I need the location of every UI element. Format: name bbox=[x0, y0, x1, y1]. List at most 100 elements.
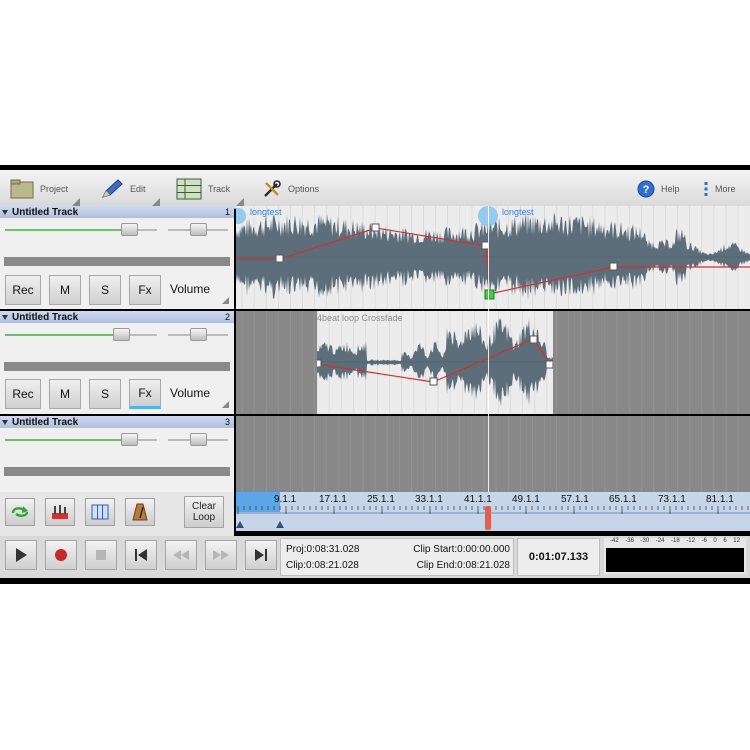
track-buttons: Rec M S Fx Volume bbox=[0, 379, 234, 409]
snap-grid-button[interactable] bbox=[85, 498, 115, 526]
track-header[interactable]: Untitled Track 2 bbox=[0, 311, 234, 323]
pan-slider-knob[interactable] bbox=[190, 223, 207, 236]
rewind-icon bbox=[173, 550, 189, 560]
fast-forward-button[interactable] bbox=[205, 540, 237, 570]
clip-name: longtest bbox=[250, 207, 282, 217]
help-icon: ? bbox=[637, 180, 655, 198]
track-number: 1 bbox=[224, 207, 230, 217]
clip-handle[interactable] bbox=[236, 208, 246, 224]
skip-start-icon bbox=[135, 549, 147, 561]
timeline-ruler[interactable]: 9.1.1 17.1.1 25.1.1 33.1.1 41.1.1 49.1.1… bbox=[236, 492, 750, 531]
envelope-point[interactable] bbox=[317, 359, 322, 368]
envelope-point[interactable] bbox=[529, 335, 538, 344]
track-buttons: Rec M S Fx Volume bbox=[0, 275, 234, 305]
edit-label: Edit bbox=[130, 184, 146, 194]
clip-info-panel: Proj:0:08:31.028 Clip:0:08:21.028 Clip S… bbox=[280, 538, 514, 576]
fast-forward-icon bbox=[213, 550, 229, 560]
fx-button[interactable]: Fx bbox=[129, 275, 161, 305]
clear-loop-line2: Loop bbox=[192, 512, 216, 523]
meter-display bbox=[606, 548, 744, 572]
folder-icon bbox=[10, 179, 34, 199]
track-menu[interactable]: Track bbox=[176, 170, 245, 208]
metronome-button[interactable] bbox=[45, 498, 75, 526]
rec-button[interactable]: Rec bbox=[5, 275, 41, 305]
pan-slider-knob[interactable] bbox=[190, 433, 207, 446]
track-lane-1[interactable]: longtest longtest bbox=[236, 206, 750, 309]
mute-button[interactable]: M bbox=[49, 275, 81, 305]
track-number: 2 bbox=[224, 312, 230, 322]
collapse-icon[interactable] bbox=[2, 419, 8, 425]
playhead-handle[interactable] bbox=[485, 506, 491, 530]
volume-slider-knob[interactable] bbox=[121, 433, 138, 446]
envelope-param-select[interactable]: Volume bbox=[170, 282, 210, 296]
edit-menu[interactable]: Edit bbox=[100, 170, 160, 208]
clear-loop-line1: Clear bbox=[192, 501, 216, 512]
play-icon bbox=[16, 548, 27, 562]
project-length: Proj:0:08:31.028 bbox=[286, 544, 360, 555]
track-lane-3[interactable] bbox=[236, 416, 750, 492]
stop-icon bbox=[96, 550, 106, 560]
clip-name: 4beat loop Crossfade bbox=[317, 313, 403, 323]
play-button[interactable] bbox=[5, 540, 37, 570]
envelope-point[interactable] bbox=[609, 262, 618, 271]
project-menu[interactable]: Project bbox=[10, 170, 81, 208]
volume-slider-knob[interactable] bbox=[113, 328, 130, 341]
skip-to-start-button[interactable] bbox=[125, 540, 157, 570]
track-panel-1: Untitled Track 1 Rec M S Fx Volume bbox=[0, 206, 234, 309]
waveform-clip-1[interactable] bbox=[236, 206, 750, 309]
track-header[interactable]: Untitled Track 1 bbox=[0, 206, 234, 218]
volume-slider-knob[interactable] bbox=[121, 223, 138, 236]
level-bar bbox=[4, 467, 230, 476]
svg-text:?: ? bbox=[643, 184, 650, 196]
waveform-clip-2[interactable] bbox=[317, 311, 553, 414]
solo-button[interactable]: S bbox=[89, 379, 121, 409]
collapse-icon[interactable] bbox=[2, 314, 8, 320]
help-button[interactable]: ? Help bbox=[637, 170, 680, 208]
track-label: Track bbox=[208, 184, 231, 194]
track-sliders bbox=[0, 428, 234, 452]
track-lane-2[interactable]: 4beat loop Crossfade bbox=[236, 311, 750, 414]
track-name: Untitled Track bbox=[12, 206, 79, 218]
more-button[interactable]: More bbox=[703, 170, 736, 208]
track-name: Untitled Track bbox=[12, 416, 79, 428]
mixpad-app: Project Edit Track Options ? Help More U… bbox=[0, 165, 750, 584]
envelope-point[interactable] bbox=[429, 377, 438, 386]
main-toolbar: Project Edit Track Options ? Help More bbox=[0, 170, 750, 209]
pan-slider-knob[interactable] bbox=[190, 328, 207, 341]
skip-end-icon bbox=[255, 549, 267, 561]
envelope-point-selected[interactable] bbox=[484, 289, 495, 300]
track-name: Untitled Track bbox=[12, 311, 79, 323]
options-menu[interactable]: Options bbox=[262, 170, 319, 208]
tool-row: Clear Loop bbox=[0, 492, 234, 536]
envelope-param-select[interactable]: Volume bbox=[170, 386, 210, 400]
help-label: Help bbox=[661, 184, 680, 194]
clip-name: longtest bbox=[502, 207, 534, 217]
loop-end-marker[interactable] bbox=[276, 521, 284, 528]
track-panel-2: Untitled Track 2 Rec M S Fx Volume bbox=[0, 311, 234, 414]
metronome-toggle-button[interactable] bbox=[125, 498, 155, 526]
envelope-point[interactable] bbox=[545, 360, 553, 369]
fx-button[interactable]: Fx bbox=[129, 379, 161, 409]
clear-loop-button[interactable]: Clear Loop bbox=[184, 496, 224, 528]
playhead-line bbox=[488, 206, 489, 492]
envelope-point[interactable] bbox=[275, 254, 284, 263]
mute-button[interactable]: M bbox=[49, 379, 81, 409]
record-button[interactable] bbox=[45, 540, 77, 570]
pencil-icon bbox=[102, 179, 123, 198]
track-header[interactable]: Untitled Track 3 bbox=[0, 416, 234, 428]
stop-button[interactable] bbox=[85, 540, 117, 570]
rewind-button[interactable] bbox=[165, 540, 197, 570]
tools-icon bbox=[264, 180, 281, 197]
overflow-icon bbox=[704, 182, 708, 196]
level-bar bbox=[4, 257, 230, 266]
rec-button[interactable]: Rec bbox=[5, 379, 41, 409]
envelope-point[interactable] bbox=[371, 223, 380, 232]
collapse-icon[interactable] bbox=[2, 209, 8, 215]
track-number: 3 bbox=[224, 417, 230, 427]
solo-button[interactable]: S bbox=[89, 275, 121, 305]
loop-start-marker[interactable] bbox=[236, 521, 244, 528]
track-sliders bbox=[0, 218, 234, 242]
loop-toggle-button[interactable] bbox=[5, 498, 35, 526]
meter-scale: -42 -36 -30 -24 -18 -12 -6 0 6 12 bbox=[610, 538, 740, 544]
skip-to-end-button[interactable] bbox=[245, 540, 277, 570]
